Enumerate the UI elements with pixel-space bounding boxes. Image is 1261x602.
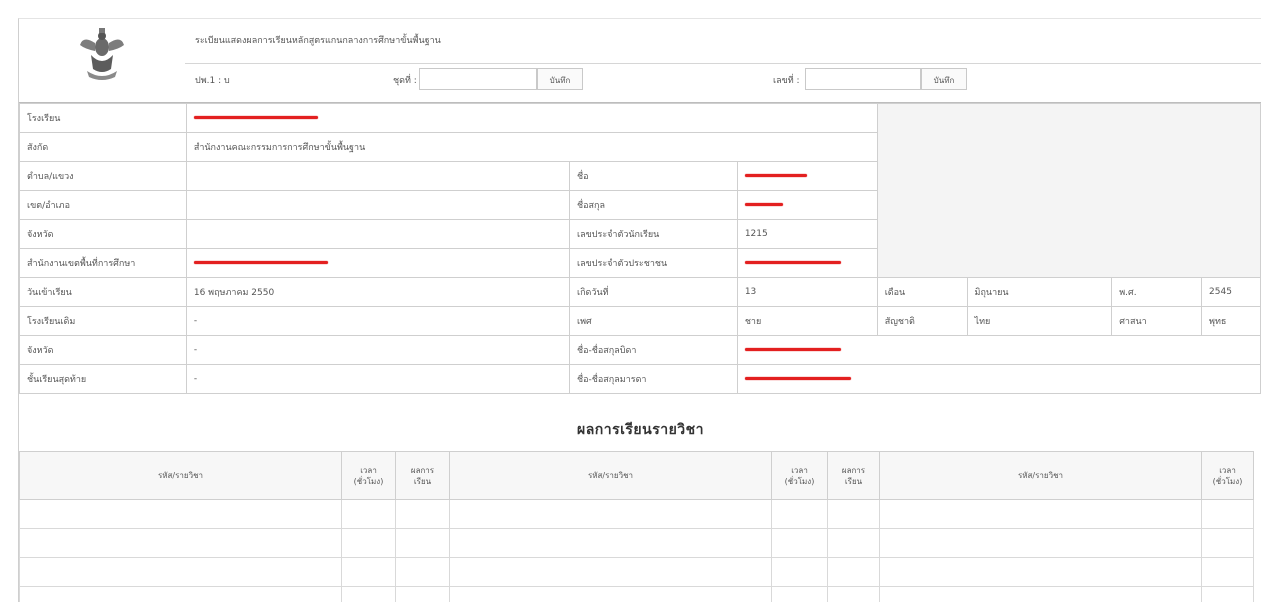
school-value [185,103,878,133]
sex-label: เพศ [569,306,738,336]
col-time-1: เวลา (ชั่วโมง) [341,451,396,500]
province-label: จังหวัด [19,219,187,249]
garuda-emblem-icon [80,28,124,80]
col-time-2-line1: เวลา [791,465,808,475]
year-label: พ.ศ. [1111,277,1203,307]
first-name-value [736,161,878,191]
student-id-value: 1215 [736,219,878,249]
last-name-redaction [744,203,783,206]
number-save-button[interactable]: บันทึก [921,68,967,90]
col-time-1-line1: เวลา [360,465,377,475]
birth-day-value: 13 [736,277,878,307]
series-save-button[interactable]: บันทึก [537,68,583,90]
table-row [19,528,1254,558]
col-time-2: เวลา (ชั่วโมง) [771,451,828,500]
header-form-row: ปพ.1 : บ ชุดที่ : บันทึก เลขที่ : บันทึก [185,63,1261,93]
col-time-2-line2: (ชั่วโมง) [784,476,815,486]
last-grade-value: - [185,364,571,394]
mother-label: ชื่อ-ชื่อสกุลมารดา [569,364,738,394]
form-code: ปพ.1 : บ [195,76,230,86]
school-label: โรงเรียน [19,103,187,133]
month-label: เดือน [876,277,968,307]
col-subject-1: รหัส/รายวิชา [19,451,342,500]
table-row [19,499,1254,529]
enroll-date-value: 16 พฤษภาคม 2550 [185,277,571,307]
prev-school-label: โรงเรียนเดิม [19,306,187,336]
student-info-table: โรงเรียน สังกัด สำนักงานคณะกรรมการการศึก… [19,103,1261,394]
results-table: รหัส/รายวิชา เวลา (ชั่วโมง) ผลการ เรียน รห… [19,451,1254,602]
col-grade-2-line2: เรียน [844,476,863,486]
col-grade-2-line1: ผลการ [841,465,866,475]
document-title: ระเบียนแสดงผลการเรียนหลักสูตรแกนกลางการศ… [195,36,441,46]
document-header: ระเบียนแสดงผลการเรียนหลักสูตรแกนกลางการศ… [19,19,1261,103]
first-name-label: ชื่อ [569,161,738,191]
birth-day-label: เกิดวันที่ [569,277,738,307]
national-id-value [736,248,878,278]
table-row [19,586,1254,602]
info-row-prev-school: โรงเรียนเดิม - เพศ ชาย สัญชาติ ไทย ศาสนา… [19,306,1261,336]
religion-value: พุทธ [1201,306,1261,336]
col-subject-3: รหัส/รายวิชา [879,451,1202,500]
info-row-school: โรงเรียน [19,103,1261,278]
affiliation-value: สำนักงานคณะกรรมการการศึกษาขั้นพื้นฐาน [185,132,878,162]
subdistrict-value [185,161,571,191]
month-value: มิถุนายน [966,277,1113,307]
student-id-label: เลขประจำตัวนักเรียน [569,219,738,249]
col-time-3-line2: (ชั่วโมง) [1212,476,1243,486]
sex-value: ชาย [736,306,878,336]
series-input[interactable] [419,68,537,90]
year-value: 2545 [1201,277,1261,307]
subdistrict-label: ตำบล/แขวง [19,161,187,191]
enroll-date-label: วันเข้าเรียน [19,277,187,307]
results-section-title: ผลการเรียนรายวิชา [576,422,705,438]
prev-school-value: - [185,306,571,336]
area-office-value [185,248,571,278]
father-redaction [744,348,841,351]
first-name-redaction [744,174,807,177]
nationality-label: สัญชาติ [876,306,968,336]
photo-box [876,103,1261,278]
col-grade-1-line1: ผลการ [410,465,435,475]
table-row [19,557,1254,587]
father-label: ชื่อ-ชื่อสกุลบิดา [569,335,738,365]
col-time-3-line1: เวลา [1219,465,1236,475]
district-value [185,190,571,220]
col-time-1-line2: (ชั่วโมง) [353,476,384,486]
last-name-value [736,190,878,220]
national-id-label: เลขประจำตัวประชาชน [569,248,738,278]
school-redaction [193,116,318,119]
col-grade-1: ผลการ เรียน [395,451,450,500]
district-label: เขต/อำเภอ [19,190,187,220]
mother-value [736,364,1261,394]
religion-label: ศาสนา [1111,306,1203,336]
last-grade-label: ชั้นเรียนสุดท้าย [19,364,187,394]
mother-redaction [744,377,851,380]
nationality-value: ไทย [966,306,1113,336]
number-label: เลขที่ : [773,76,800,86]
area-office-redaction [193,261,328,264]
number-input[interactable] [805,68,921,90]
prev-province-value: - [185,335,571,365]
results-header-row: รหัส/รายวิชา เวลา (ชั่วโมง) ผลการ เรียน รห… [19,451,1254,500]
col-subject-2: รหัส/รายวิชา [449,451,772,500]
col-grade-2: ผลการ เรียน [827,451,880,500]
national-id-redaction [744,261,841,264]
series-label: ชุดที่ : [393,76,417,86]
col-time-3: เวลา (ชั่วโมง) [1201,451,1254,500]
info-row-last-grade: ชั้นเรียนสุดท้าย - ชื่อ-ชื่อสกุลมารดา [19,364,1261,394]
area-office-label: สำนักงานเขตพื้นที่การศึกษา [19,248,187,278]
province-value [185,219,571,249]
last-name-label: ชื่อสกุล [569,190,738,220]
col-grade-1-line2: เรียน [413,476,432,486]
father-value [736,335,1261,365]
transcript-sheet: ระเบียนแสดงผลการเรียนหลักสูตรแกนกลางการศ… [18,18,1261,602]
info-row-prev-province: จังหวัด - ชื่อ-ชื่อสกุลบิดา [19,335,1261,365]
info-row-enroll: วันเข้าเรียน 16 พฤษภาคม 2550 เกิดวันที่ … [19,277,1261,307]
prev-province-label: จังหวัด [19,335,187,365]
affiliation-label: สังกัด [19,132,187,162]
